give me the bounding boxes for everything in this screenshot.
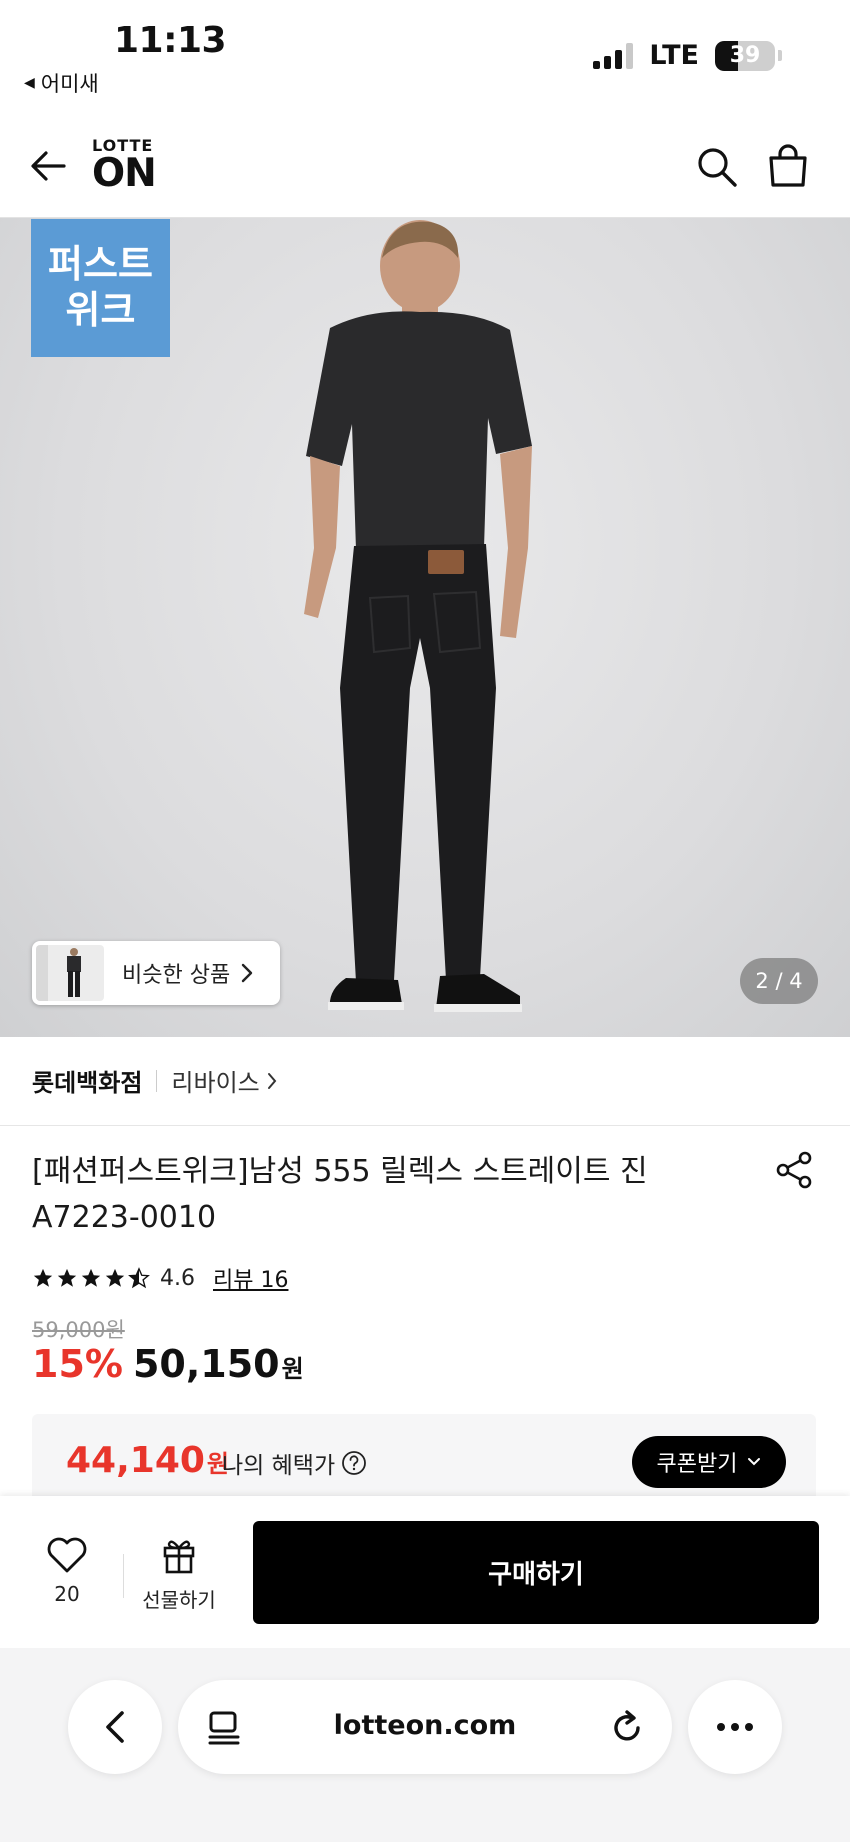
benefit-price: 44,140 원 xyxy=(66,1440,229,1481)
gift-button[interactable]: 선물하기 xyxy=(136,1536,222,1613)
coupon-button-label: 쿠폰받기 xyxy=(656,1452,738,1477)
similar-products-button[interactable]: 비슷한 상품 xyxy=(32,941,280,1005)
share-icon[interactable] xyxy=(774,1150,814,1190)
benefit-label-text: 나의 혜택가 xyxy=(222,1453,336,1479)
image-page-indicator: 2 / 4 xyxy=(740,958,818,1004)
star-icon xyxy=(57,1268,77,1287)
benefit-label: 나의 혜택가 xyxy=(222,1446,367,1480)
address-bar[interactable]: lotteon.com xyxy=(178,1680,672,1774)
like-button[interactable]: 20 xyxy=(34,1536,100,1606)
star-icon xyxy=(81,1268,101,1287)
like-count: 20 xyxy=(54,1582,80,1606)
brand-link[interactable]: 리바이스 xyxy=(171,1063,277,1098)
chevron-right-icon xyxy=(267,1072,277,1089)
benefit-price-box: 44,140 원 나의 혜택가 쿠폰받기 xyxy=(32,1414,816,1498)
brand-row: 롯데백화점 리바이스 xyxy=(32,1063,278,1098)
heart-icon xyxy=(47,1537,87,1573)
sale-price: 50,150 xyxy=(132,1342,280,1386)
original-price: 59,000원 xyxy=(32,1318,125,1342)
back-arrow-icon[interactable] xyxy=(28,146,68,186)
action-separator xyxy=(123,1554,124,1598)
battery-percent: 39 xyxy=(729,42,761,68)
star-half-icon xyxy=(128,1267,150,1289)
status-back-to-app[interactable]: ◀ 어미새 xyxy=(24,68,99,98)
product-image-carousel[interactable]: 퍼스트 위크 비슷한 상품 2 / 4 xyxy=(0,218,850,1037)
rating-value: 4.6 xyxy=(160,1265,195,1291)
battery-icon: 39 xyxy=(715,40,775,71)
rating-row: 4.6 리뷰 16 xyxy=(32,1262,288,1294)
search-icon[interactable] xyxy=(696,146,738,188)
star-icon xyxy=(33,1268,53,1287)
brand-separator xyxy=(156,1069,158,1092)
browser-toolbar: lotteon.com xyxy=(0,1648,850,1842)
reload-icon[interactable] xyxy=(608,1708,646,1746)
chevron-left-icon xyxy=(106,1711,124,1743)
similar-products-label: 비슷한 상품 xyxy=(122,963,231,988)
lotte-on-logo[interactable]: LOTTE ON xyxy=(92,138,157,196)
section-divider xyxy=(0,1125,850,1126)
status-time: 11:13 xyxy=(114,20,227,61)
url-text: lotteon.com xyxy=(333,1710,517,1741)
help-icon[interactable] xyxy=(341,1450,367,1476)
status-back-label: 어미새 xyxy=(40,72,99,96)
thumbnail-figure xyxy=(67,948,81,997)
cart-icon[interactable] xyxy=(766,144,810,188)
sale-price-currency: 원 xyxy=(281,1355,304,1383)
badge-line-1: 퍼스트 xyxy=(48,242,153,286)
star-icon xyxy=(105,1268,125,1287)
brand-name: 리바이스 xyxy=(171,1069,260,1097)
gift-label: 선물하기 xyxy=(142,1588,216,1612)
review-link[interactable]: 리뷰 16 xyxy=(213,1262,288,1294)
chevron-right-icon xyxy=(242,963,253,983)
chevron-down-icon xyxy=(748,1458,761,1466)
logo-bottom-text: ON xyxy=(92,151,157,196)
coupon-download-button[interactable]: 쿠폰받기 xyxy=(632,1436,786,1488)
purchase-action-bar: 20 선물하기 구매하기 xyxy=(0,1496,850,1648)
signal-icon xyxy=(593,42,634,69)
more-icon xyxy=(717,1723,753,1731)
browser-back-button[interactable] xyxy=(68,1680,162,1774)
buy-button[interactable]: 구매하기 xyxy=(253,1521,819,1624)
badge-line-2: 위크 xyxy=(65,288,136,332)
back-triangle-icon: ◀ xyxy=(24,75,35,91)
price-row: 15% 50,150 원 xyxy=(32,1342,304,1386)
product-photo xyxy=(304,220,532,1012)
rating-stars xyxy=(32,1267,150,1289)
more-options-button[interactable] xyxy=(688,1680,782,1774)
gift-icon xyxy=(163,1540,195,1574)
first-week-badge: 퍼스트 위크 xyxy=(31,219,170,357)
store-name[interactable]: 롯데백화점 xyxy=(32,1063,142,1098)
battery-tip xyxy=(778,50,782,61)
status-indicators: LTE 39 xyxy=(593,40,782,71)
status-bar: 11:13 ◀ 어미새 LTE 39 xyxy=(0,0,850,110)
similar-product-thumbnail xyxy=(36,945,104,1001)
app-header: LOTTE ON xyxy=(0,118,850,218)
product-title: [패션퍼스트위크]남성 555 릴렉스 스트레이트 진 A7223-0010 xyxy=(32,1154,648,1235)
discount-rate: 15% xyxy=(32,1342,123,1386)
benefit-price-value: 44,140 xyxy=(66,1440,205,1481)
network-type: LTE xyxy=(649,40,699,71)
